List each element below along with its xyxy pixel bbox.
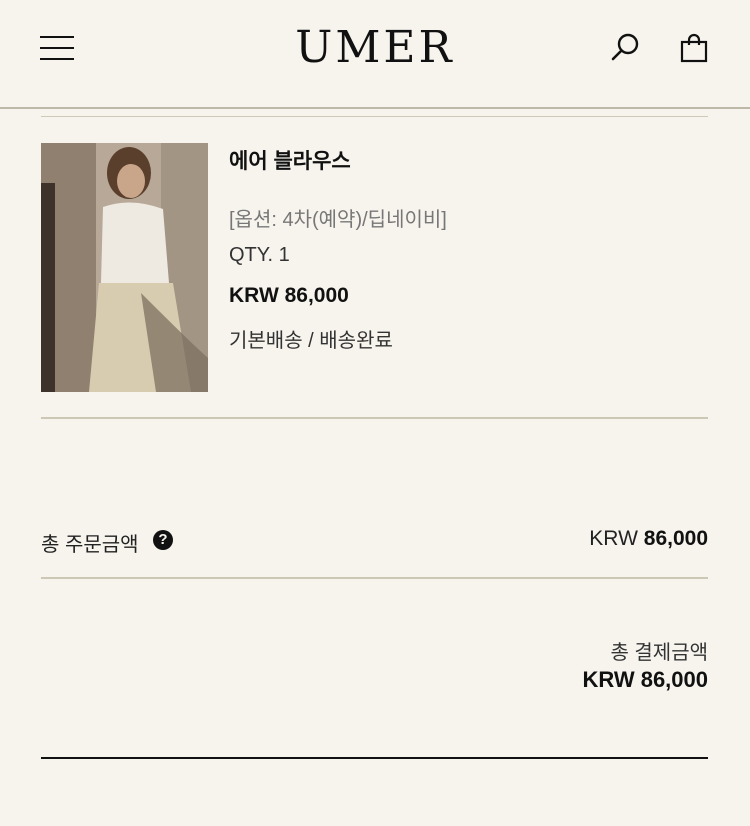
order-detail-page: UMER 에어 블라우스 [옵션: 4차(예약)/딥네이비] QTY. 1 KR… (0, 0, 750, 826)
payment-total-label: 총 결제금액 (610, 642, 708, 664)
total-order-number: 86,000 (643, 527, 708, 550)
order-item: 에어 블라우스 [옵션: 4차(예약)/딥네이비] QTY. 1 KRW 86,… (41, 143, 708, 393)
product-divider (41, 417, 708, 419)
header-divider (0, 107, 750, 109)
shopping-bag-icon[interactable] (678, 32, 710, 64)
product-option: [옵션: 4차(예약)/딥네이비] (229, 209, 447, 231)
payment-total-amount: KRW 86,000 (582, 667, 708, 692)
delivery-status: 기본배송 / 배송완료 (229, 330, 393, 352)
total-order-label: 총 주문금액 (41, 534, 139, 556)
product-image[interactable] (41, 143, 208, 392)
product-name[interactable]: 에어 블라우스 (229, 145, 351, 175)
total-order-currency: KRW (589, 527, 638, 550)
section-divider (41, 116, 708, 117)
product-price: KRW 86,000 (229, 284, 349, 307)
total-order-amount: KRW 86,000 (589, 527, 708, 551)
product-quantity: QTY. 1 (229, 244, 290, 266)
header: UMER (0, 0, 750, 108)
question-circle-icon[interactable]: ? (153, 530, 173, 550)
search-icon[interactable] (610, 32, 642, 64)
total-divider (41, 577, 708, 579)
bottom-divider (41, 757, 708, 759)
